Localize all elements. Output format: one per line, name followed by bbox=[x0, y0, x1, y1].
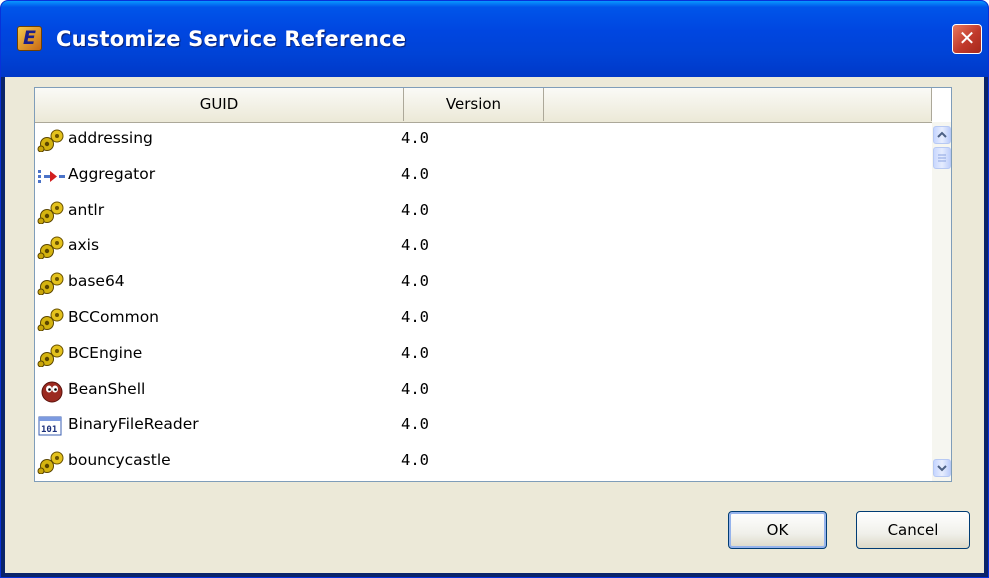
gears-icon bbox=[37, 271, 67, 296]
column-header-guid[interactable]: GUID bbox=[35, 88, 404, 121]
binary-file-icon: 101 bbox=[37, 414, 67, 438]
beanshell-bean-icon bbox=[37, 379, 67, 403]
customize-service-reference-dialog: E Customize Service Reference ✕ GUID Ver… bbox=[0, 0, 989, 578]
column-header-version[interactable]: Version bbox=[404, 88, 544, 121]
dialog-title: Customize Service Reference bbox=[56, 27, 407, 51]
vertical-scrollbar[interactable] bbox=[932, 122, 951, 481]
gears-icon bbox=[37, 307, 67, 332]
version-cell: 4.0 bbox=[401, 129, 429, 147]
chevron-up-icon bbox=[937, 131, 947, 138]
gears-icon bbox=[37, 200, 67, 225]
version-cell: 4.0 bbox=[401, 379, 429, 398]
version-cell: 4.0 bbox=[401, 308, 429, 326]
guid-cell: BCCommon bbox=[68, 308, 159, 326]
title-bar[interactable]: E Customize Service Reference ✕ bbox=[1, 1, 988, 77]
version-cell: 4.0 bbox=[401, 236, 429, 255]
guid-cell: Aggregator bbox=[68, 164, 156, 183]
table-row[interactable]: BCCommon 4.0 bbox=[35, 301, 932, 336]
gears-icon bbox=[37, 235, 67, 260]
grip-icon bbox=[938, 154, 946, 162]
service-table: GUID Version addressing 4.0 Aggregator 4.0 a… bbox=[34, 87, 952, 482]
table-row[interactable]: BCEngine 4.0 bbox=[35, 337, 932, 372]
table-header: GUID Version bbox=[35, 88, 932, 123]
version-cell: 4.0 bbox=[401, 164, 429, 183]
gears-icon bbox=[37, 128, 67, 153]
gears-icon bbox=[37, 450, 67, 475]
table-row[interactable]: BeanShell 4.0 bbox=[35, 373, 932, 408]
guid-cell: base64 bbox=[68, 272, 125, 291]
chevron-down-icon bbox=[937, 465, 947, 472]
version-cell: 4.0 bbox=[401, 451, 429, 470]
guid-cell: BinaryFileReader bbox=[68, 415, 199, 434]
table-row[interactable]: axis 4.0 bbox=[35, 229, 932, 264]
guid-cell: addressing bbox=[68, 129, 153, 147]
table-row[interactable]: Aggregator 4.0 bbox=[35, 158, 932, 193]
ok-button[interactable]: OK bbox=[728, 511, 827, 549]
gears-icon bbox=[37, 343, 67, 368]
svg-text:101: 101 bbox=[41, 425, 57, 435]
scroll-thumb[interactable] bbox=[933, 147, 951, 169]
column-header-empty[interactable] bbox=[544, 88, 932, 121]
scroll-down-button[interactable] bbox=[933, 459, 951, 477]
guid-cell: bouncycastle bbox=[68, 451, 171, 470]
guid-cell: BeanShell bbox=[68, 379, 146, 398]
version-cell: 4.0 bbox=[401, 343, 429, 362]
cancel-button[interactable]: Cancel bbox=[856, 511, 970, 549]
aggregator-arrow-icon bbox=[37, 164, 67, 188]
table-row[interactable]: base64 4.0 bbox=[35, 265, 932, 300]
guid-cell: antlr bbox=[68, 200, 105, 219]
scroll-up-button[interactable] bbox=[933, 126, 951, 144]
app-icon: E bbox=[17, 26, 42, 51]
version-cell: 4.0 bbox=[401, 415, 429, 434]
table-row[interactable]: addressing 4.0 bbox=[35, 122, 932, 157]
close-button[interactable]: ✕ bbox=[952, 24, 982, 54]
version-cell: 4.0 bbox=[401, 272, 429, 291]
guid-cell: BCEngine bbox=[68, 343, 143, 362]
table-row[interactable]: bouncycastle 4.0 bbox=[35, 444, 932, 479]
table-row[interactable]: antlr 4.0 bbox=[35, 194, 932, 229]
dialog-body: GUID Version addressing 4.0 Aggregator 4.0 a… bbox=[5, 77, 984, 573]
version-cell: 4.0 bbox=[401, 200, 429, 219]
guid-cell: axis bbox=[68, 236, 100, 255]
table-row[interactable]: 101 BinaryFileReader 4.0 bbox=[35, 408, 932, 443]
